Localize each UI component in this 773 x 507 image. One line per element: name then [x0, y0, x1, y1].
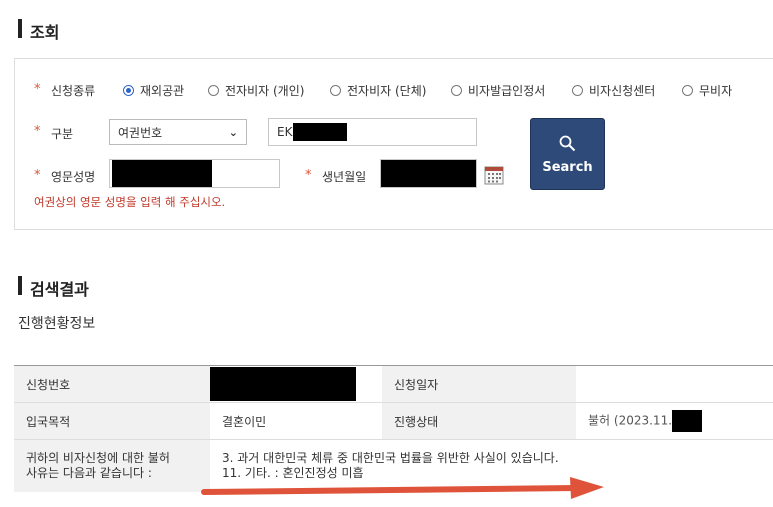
- results-table: 신청번호 신청일자 입국목적 결혼이민 진행상태 불허 (2023.11. 귀하…: [14, 365, 773, 492]
- passport-number-input[interactable]: EK: [268, 118, 477, 146]
- annotation-arrow-icon: [201, 477, 604, 499]
- calendar-icon[interactable]: [484, 165, 504, 185]
- radio-icon: [330, 85, 341, 96]
- application-date-label: 신청일자: [382, 365, 576, 403]
- entry-purpose-value: 결혼이민: [210, 402, 382, 440]
- radio-selected-icon: [123, 85, 134, 96]
- redacted-english-name: [112, 160, 212, 187]
- redacted-status-date: [672, 410, 703, 432]
- application-number-label: 신청번호: [14, 365, 210, 403]
- category-select-value: 여권번호: [118, 125, 163, 140]
- required-marker: *: [34, 82, 41, 97]
- section-title-bar: [18, 276, 22, 295]
- chevron-down-icon: ⌄: [228, 125, 238, 139]
- redacted-passport-number: [293, 123, 348, 141]
- category-label: 구분: [51, 127, 74, 141]
- radio-icon: [682, 85, 693, 96]
- required-marker: *: [34, 168, 41, 183]
- required-marker: *: [305, 168, 312, 183]
- birth-date-input[interactable]: [380, 159, 477, 188]
- progress-status-value: 불허 (2023.11.: [576, 402, 773, 440]
- category-select[interactable]: 여권번호 ⌄: [109, 119, 247, 145]
- radio-visa-application-center[interactable]: 비자신청센터: [572, 82, 655, 99]
- birth-date-label: 생년월일: [322, 170, 367, 184]
- progress-info-subtitle: 진행현황정보: [18, 316, 96, 332]
- radio-visa-free[interactable]: 무비자: [682, 82, 732, 99]
- english-name-label: 영문성명: [51, 170, 96, 184]
- search-button[interactable]: Search: [530, 118, 605, 190]
- application-type-label: 신청종류: [51, 84, 96, 98]
- redacted-birth-date: [381, 160, 476, 187]
- entry-purpose-label: 입국목적: [14, 402, 210, 440]
- redacted-application-number: [210, 367, 356, 401]
- results-section-title: 검색결과: [30, 280, 89, 299]
- radio-evisa-group[interactable]: 전자비자 (단체): [330, 82, 426, 99]
- progress-status-label: 진행상태: [382, 402, 576, 440]
- english-name-input[interactable]: [109, 159, 280, 188]
- section-title-bar: [18, 19, 22, 38]
- radio-icon: [451, 85, 462, 96]
- refusal-reason-label: 귀하의 비자신청에 대한 불허 사유는 다음과 같습니다 :: [14, 439, 210, 492]
- radio-icon: [572, 85, 583, 96]
- status-text: 불허 (2023.11.: [588, 413, 673, 428]
- required-marker: *: [34, 124, 41, 139]
- search-section-title: 조회: [30, 23, 60, 42]
- table-row: 신청번호 신청일자: [14, 365, 773, 403]
- search-icon: [559, 135, 575, 151]
- radio-overseas-mission[interactable]: 재외공관: [123, 82, 184, 99]
- radio-evisa-individual[interactable]: 전자비자 (개인): [208, 82, 304, 99]
- passport-number-prefix: EK: [277, 125, 293, 139]
- english-name-hint: 여권상의 영문 성명을 입력 해 주십시오.: [34, 195, 226, 209]
- radio-icon: [208, 85, 219, 96]
- application-number-value: [210, 365, 382, 403]
- application-date-value: [576, 365, 773, 403]
- table-row: 입국목적 결혼이민 진행상태 불허 (2023.11.: [14, 402, 773, 440]
- radio-visa-issuance-certificate[interactable]: 비자발급인정서: [451, 82, 545, 99]
- search-button-label: Search: [542, 159, 593, 175]
